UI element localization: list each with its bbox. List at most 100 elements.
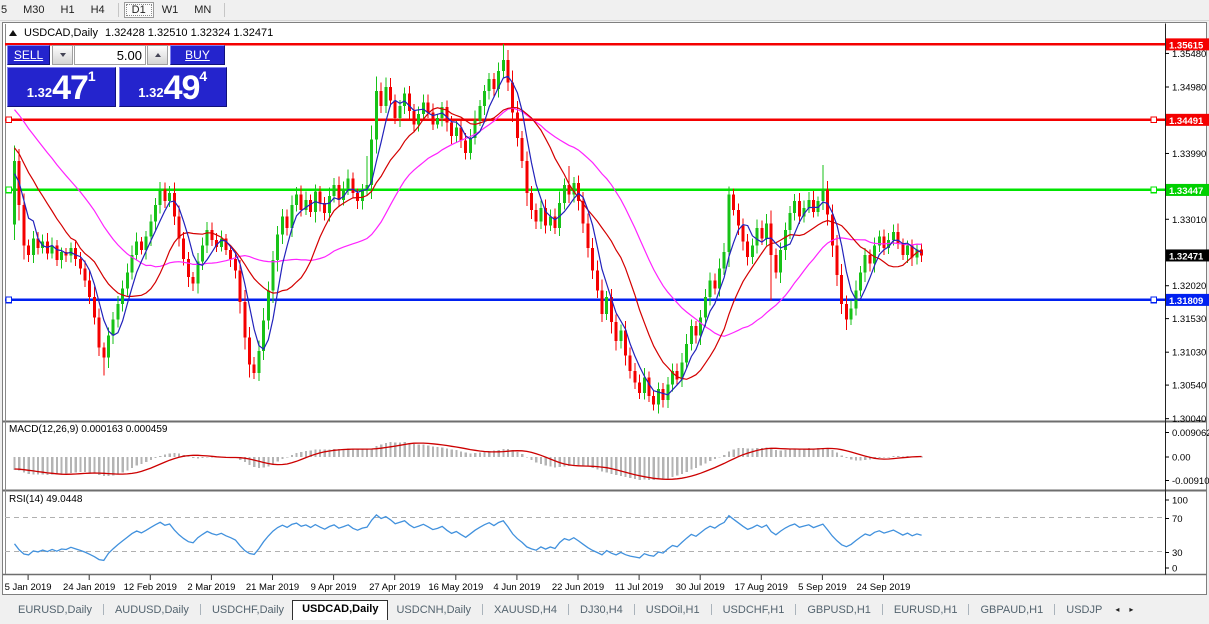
line-handle[interactable] — [1151, 297, 1157, 303]
svg-text:4 Jun 2019: 4 Jun 2019 — [493, 582, 540, 593]
svg-text:24 Jan 2019: 24 Jan 2019 — [63, 582, 115, 593]
sell-price-prefix: 1.32 — [27, 85, 52, 100]
mt4-terminal: { "toolbar": { "timeframes": ["5", "M30"… — [0, 0, 1209, 624]
chart-tab-dj30-h4[interactable]: DJ30,H4 — [572, 601, 631, 620]
svg-text:1.33990: 1.33990 — [1172, 149, 1206, 160]
buy-price-pip: 4 — [199, 68, 207, 84]
rsi-indicator-label: RSI(14) 49.0448 — [9, 494, 82, 505]
svg-text:1.33010: 1.33010 — [1172, 215, 1206, 226]
timeframe-button-w1[interactable]: W1 — [154, 2, 187, 18]
chart-tab-eurusd-daily[interactable]: EURUSD,Daily — [10, 601, 100, 620]
toolbar-separator — [118, 3, 119, 17]
toolbar-separator — [224, 3, 225, 17]
chart-tab-usdcnh-daily[interactable]: USDCNH,Daily — [388, 601, 479, 620]
tab-separator — [1054, 604, 1055, 615]
sell-price-pip: 1 — [88, 68, 96, 84]
svg-text:1.30540: 1.30540 — [1172, 381, 1206, 392]
svg-text:1.35615: 1.35615 — [1169, 40, 1204, 51]
tab-scroll-left-button[interactable]: ◂ — [1110, 605, 1124, 620]
svg-text:1.31809: 1.31809 — [1169, 296, 1203, 307]
chart-tab-gbpusd-h1[interactable]: GBPUSD,H1 — [799, 601, 879, 620]
volume-increase-button[interactable] — [147, 45, 168, 65]
chart-tab-bar: EURUSD,DailyAUDUSD,DailyUSDCHF,DailyUSDC… — [0, 600, 1209, 620]
chart-collapse-icon[interactable] — [9, 30, 17, 36]
svg-text:0.00: 0.00 — [1172, 453, 1191, 464]
chart-tab-usdoil-h1[interactable]: USDOil,H1 — [638, 601, 708, 620]
chart-tab-audusd-daily[interactable]: AUDUSD,Daily — [107, 601, 197, 620]
line-handle[interactable] — [6, 187, 12, 193]
svg-text:1.34491: 1.34491 — [1169, 116, 1204, 127]
line-handle[interactable] — [6, 297, 12, 303]
sell-price-box[interactable]: 1.32 47 1 — [7, 67, 116, 107]
line-handle[interactable] — [6, 117, 12, 123]
svg-text:11 Jul 2019: 11 Jul 2019 — [615, 582, 663, 593]
timeframe-button-mn[interactable]: MN — [186, 2, 219, 18]
macd-indicator-label: MACD(12,26,9) 0.000163 0.000459 — [9, 424, 167, 435]
chart-window-frame — [3, 23, 1207, 595]
tab-separator — [968, 604, 969, 615]
timeframe-button-h1[interactable]: H1 — [53, 2, 83, 18]
chart-title-row: USDCAD,Daily 1.32428 1.32510 1.32324 1.3… — [9, 27, 273, 39]
svg-text:5 Sep 2019: 5 Sep 2019 — [798, 582, 847, 593]
volume-input[interactable] — [74, 45, 146, 65]
chart-tab-xauusd-h4[interactable]: XAUUSD,H4 — [486, 601, 565, 620]
svg-text:-0.009107: -0.009107 — [1172, 476, 1209, 487]
svg-text:1.31030: 1.31030 — [1172, 348, 1206, 359]
svg-text:5 Jan 2019: 5 Jan 2019 — [5, 582, 52, 593]
svg-text:16 May 2019: 16 May 2019 — [428, 582, 483, 593]
chart-ohlc-quotes: 1.32428 1.32510 1.32324 1.32471 — [105, 27, 273, 39]
svg-text:0: 0 — [1172, 564, 1177, 575]
tab-separator — [882, 604, 883, 615]
tab-separator — [711, 604, 712, 615]
svg-text:70: 70 — [1172, 514, 1183, 525]
chevron-down-icon — [60, 53, 66, 57]
line-handle[interactable] — [1151, 187, 1157, 193]
svg-text:1.30040: 1.30040 — [1172, 414, 1206, 425]
chart-symbol-title: USDCAD,Daily — [24, 27, 98, 39]
buy-price-box[interactable]: 1.32 49 4 — [119, 67, 228, 107]
svg-text:100: 100 — [1172, 496, 1188, 507]
chart-tab-usdchf-daily[interactable]: USDCHF,Daily — [204, 601, 292, 620]
svg-text:0.009062: 0.009062 — [1172, 428, 1209, 439]
timeframe-button-5[interactable]: 5 — [0, 2, 15, 18]
chart-tab-eurusd-h1[interactable]: EURUSD,H1 — [886, 601, 966, 620]
timeframe-button-m30[interactable]: M30 — [15, 2, 52, 18]
volume-decrease-button[interactable] — [52, 45, 73, 65]
tab-separator — [568, 604, 569, 615]
chart-tab-usdjp[interactable]: USDJP — [1058, 601, 1110, 620]
svg-text:30: 30 — [1172, 548, 1183, 559]
timeframe-toolbar: 5M30H1H4 D1W1MN — [0, 0, 1209, 21]
timeframe-button-d1[interactable]: D1 — [124, 2, 154, 18]
svg-text:27 Apr 2019: 27 Apr 2019 — [369, 582, 420, 593]
sell-price-big: 47 — [52, 74, 88, 104]
svg-text:24 Sep 2019: 24 Sep 2019 — [857, 582, 911, 593]
svg-text:1.32020: 1.32020 — [1172, 281, 1206, 292]
buy-price-big: 49 — [164, 74, 200, 104]
svg-text:1.34980: 1.34980 — [1172, 83, 1206, 94]
svg-text:12 Feb 2019: 12 Feb 2019 — [124, 582, 177, 593]
chart-tab-usdchf-h1[interactable]: USDCHF,H1 — [715, 601, 793, 620]
buy-button[interactable]: BUY — [170, 45, 225, 65]
line-handle[interactable] — [1151, 117, 1157, 123]
buy-price-prefix: 1.32 — [138, 85, 163, 100]
svg-text:21 Mar 2019: 21 Mar 2019 — [246, 582, 299, 593]
sell-button[interactable]: SELL — [7, 45, 50, 65]
svg-text:1.33447: 1.33447 — [1169, 186, 1203, 197]
chevron-up-icon — [155, 53, 161, 57]
tab-separator — [634, 604, 635, 615]
svg-text:9 Apr 2019: 9 Apr 2019 — [311, 582, 357, 593]
tab-separator — [103, 604, 104, 615]
svg-text:17 Aug 2019: 17 Aug 2019 — [735, 582, 788, 593]
svg-text:2 Mar 2019: 2 Mar 2019 — [187, 582, 235, 593]
one-click-trading-panel: SELL BUY 1.32 47 1 1.32 49 4 — [7, 45, 227, 107]
chart-tab-gbpaud-h1[interactable]: GBPAUD,H1 — [972, 601, 1051, 620]
chart-tab-usdcad-daily[interactable]: USDCAD,Daily — [292, 600, 388, 620]
svg-text:22 Jun 2019: 22 Jun 2019 — [552, 582, 604, 593]
svg-text:1.32471: 1.32471 — [1169, 251, 1204, 262]
tab-separator — [200, 604, 201, 615]
tab-scroll-right-button[interactable]: ▸ — [1124, 605, 1138, 620]
timeframe-button-h4[interactable]: H4 — [83, 2, 113, 18]
trade-prices-row: 1.32 47 1 1.32 49 4 — [7, 67, 227, 107]
tab-separator — [795, 604, 796, 615]
svg-text:30 Jul 2019: 30 Jul 2019 — [676, 582, 725, 593]
